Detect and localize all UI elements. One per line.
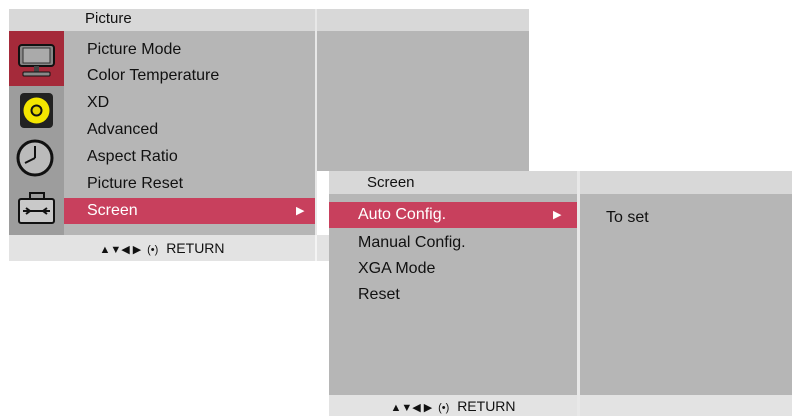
- sub-menu-item-auto-config[interactable]: Auto Config. ▶: [329, 202, 577, 228]
- sub-menu-footer: ▲▼◀ ▶ (•) RETURN: [329, 395, 577, 416]
- return-label: RETURN: [166, 240, 225, 256]
- main-menu-item-aspect-ratio[interactable]: Aspect Ratio: [64, 144, 315, 170]
- main-menu-item-picture-mode[interactable]: Picture Mode: [64, 37, 315, 63]
- sub-menu-item-xga-mode[interactable]: XGA Mode: [329, 256, 577, 282]
- audio-icon[interactable]: [9, 86, 64, 136]
- sub-menu-title: Screen: [367, 174, 415, 191]
- sub-menu-footer-right: [580, 395, 792, 416]
- main-menu-item-advanced[interactable]: Advanced: [64, 117, 315, 143]
- nav-arrows-icon: ▲▼◀ ▶: [390, 402, 433, 414]
- main-menu-item-picture-reset[interactable]: Picture Reset: [64, 171, 315, 197]
- picture-icon[interactable]: [9, 31, 64, 86]
- main-menu-item-color-temperature[interactable]: Color Temperature: [64, 63, 315, 89]
- return-label: RETURN: [457, 398, 516, 414]
- nav-arrows-icon: ▲▼◀ ▶: [99, 244, 142, 256]
- main-menu-item-screen[interactable]: Screen ▶: [64, 198, 315, 224]
- sub-menu-item-manual-config[interactable]: Manual Config.: [329, 230, 577, 256]
- submenu-arrow-icon: ▶: [296, 205, 305, 217]
- submenu-arrow-icon: ▶: [553, 209, 562, 221]
- time-icon[interactable]: [9, 136, 64, 182]
- sub-menu-info-text: To set: [606, 209, 649, 226]
- main-menu-footer: ▲▼◀ ▶ (•) RETURN: [9, 235, 315, 261]
- option-icon[interactable]: [9, 182, 64, 235]
- ok-button-icon: (•): [147, 244, 159, 256]
- main-menu-footer-right: [317, 235, 329, 261]
- main-menu-right-area: [317, 31, 529, 171]
- sub-menu-item-reset[interactable]: Reset: [329, 282, 577, 308]
- main-menu-title: Picture: [85, 10, 132, 27]
- ok-button-icon: (•): [438, 402, 450, 414]
- main-menu-item-xd[interactable]: XD: [64, 90, 315, 116]
